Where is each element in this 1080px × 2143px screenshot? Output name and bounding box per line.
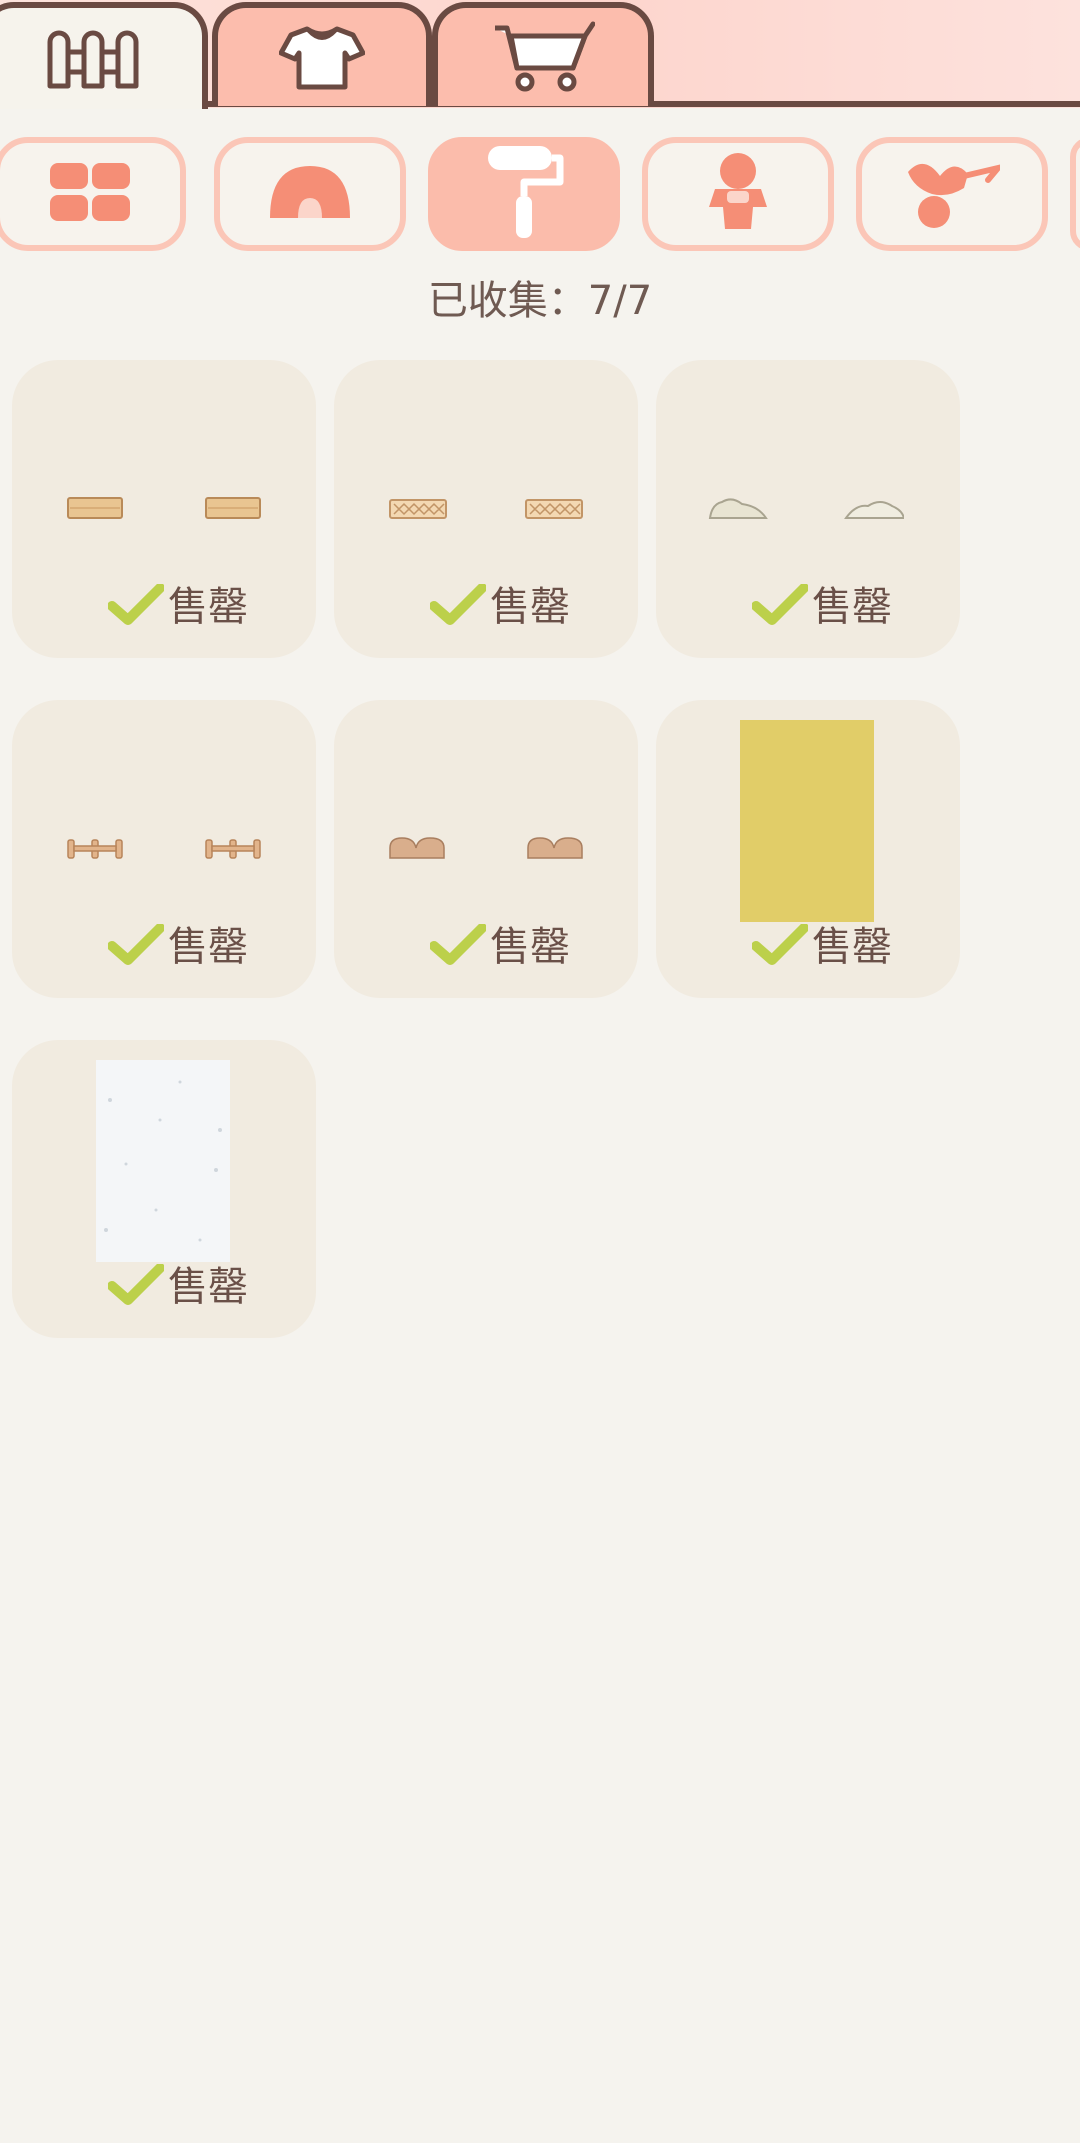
shirt-icon: [279, 23, 365, 91]
item-card-7[interactable]: 售罄: [12, 1040, 316, 1338]
sold-out-label: 售罄: [168, 584, 248, 630]
stone-path-thumbnail: [708, 498, 904, 519]
grid-icon: [48, 161, 132, 227]
category-more[interactable]: [1070, 137, 1080, 251]
figure-icon: [705, 151, 771, 237]
fence-icon: [44, 28, 144, 90]
item-status: 售罄: [751, 923, 892, 970]
rail-fence-thumbnail: [67, 839, 261, 859]
category-wallpaper[interactable]: [428, 137, 620, 251]
fruit-icon: [904, 154, 1007, 234]
tab-clothing[interactable]: [212, 2, 432, 106]
item-card-2[interactable]: 售罄: [334, 360, 638, 658]
checkmark-icon: [107, 583, 165, 630]
cart-icon: [491, 20, 595, 94]
item-card-6[interactable]: 售罄: [656, 700, 960, 998]
white-wallpaper-thumbnail: [96, 1060, 230, 1262]
paint-roller-icon: [484, 144, 564, 244]
item-status: 售罄: [107, 583, 248, 630]
item-status: 售罄: [107, 923, 248, 970]
category-buildings[interactable]: [214, 137, 406, 251]
top-tab-bar: [0, 0, 1080, 109]
sold-out-label: 售罄: [168, 924, 248, 970]
item-card-4[interactable]: 售罄: [12, 700, 316, 998]
collected-count: 已收集：7/7: [427, 278, 653, 324]
item-status: 售罄: [751, 583, 892, 630]
item-card-3[interactable]: 售罄: [656, 360, 960, 658]
lattice-fence-thumbnail: [389, 499, 583, 519]
item-status: 售罄: [429, 923, 570, 970]
checkmark-icon: [751, 583, 809, 630]
sold-out-label: 售罄: [490, 924, 570, 970]
sold-out-label: 售罄: [490, 584, 570, 630]
wallpaper-pattern: [104, 1080, 222, 1242]
checkmark-icon: [751, 923, 809, 970]
wood-fence-thumbnail: [67, 497, 261, 519]
sold-out-label: 售罄: [812, 924, 892, 970]
yellow-wallpaper-thumbnail: [740, 720, 874, 922]
checkmark-icon: [107, 1263, 165, 1310]
tab-decorations[interactable]: [0, 2, 208, 109]
item-status: 售罄: [107, 1263, 248, 1310]
app-root: 已收集：7/7 售罄 售罄 售罄 售罄 售罄 售罄 售罄: [0, 0, 1080, 2143]
category-plants[interactable]: [856, 137, 1048, 251]
round-stone-fence-thumbnail: [389, 837, 583, 859]
sold-out-label: 售罄: [812, 584, 892, 630]
item-card-5[interactable]: 售罄: [334, 700, 638, 998]
checkmark-icon: [107, 923, 165, 970]
category-all[interactable]: [0, 137, 186, 251]
dome-icon: [268, 164, 352, 224]
checkmark-icon: [429, 923, 487, 970]
item-status: 售罄: [429, 583, 570, 630]
tab-shop[interactable]: [432, 2, 654, 106]
checkmark-icon: [429, 583, 487, 630]
item-card-1[interactable]: 售罄: [12, 360, 316, 658]
category-figures[interactable]: [642, 137, 834, 251]
sold-out-label: 售罄: [168, 1264, 248, 1310]
